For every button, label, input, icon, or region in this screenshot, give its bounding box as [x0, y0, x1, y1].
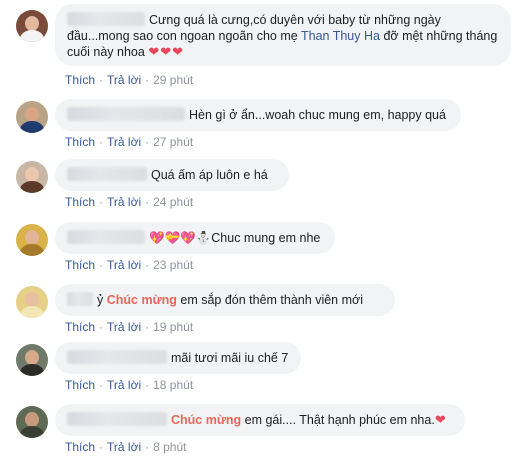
timestamp[interactable]: 27 phút [153, 135, 193, 149]
separator: · [145, 73, 150, 87]
comment-item: 💖💝💖⛄Chuc mung em nhe Thích · Trả lời · 23 ph… [0, 218, 511, 278]
separator: · [145, 440, 150, 454]
commenter-name[interactable] [67, 292, 93, 306]
comment-actions: Thích · Trả lời · 8 phút [65, 440, 186, 454]
comment-actions: Thích · Trả lời · 19 phút [65, 320, 193, 334]
commenter-name[interactable] [67, 107, 185, 121]
separator: · [145, 320, 150, 334]
comment-item: Cưng quá là cưng,có duyên với baby từ nh… [0, 0, 511, 95]
comment-actions: Thích · Trả lời · 24 phút [65, 195, 193, 209]
comment-text: Chuc mung em nhe [211, 231, 321, 245]
like-link[interactable]: Thích [65, 195, 95, 209]
avatar[interactable] [16, 286, 48, 318]
timestamp[interactable]: 18 phút [153, 378, 193, 392]
timestamp[interactable]: 23 phút [153, 258, 193, 272]
separator: · [99, 135, 104, 149]
reply-link[interactable]: Trả lời [107, 135, 141, 149]
reply-link[interactable]: Trả lời [107, 378, 141, 392]
reply-link[interactable]: Trả lời [107, 320, 141, 334]
comment-bubble: 💖💝💖⛄Chuc mung em nhe [55, 222, 335, 254]
separator: · [99, 378, 104, 392]
reply-link[interactable]: Trả lời [107, 258, 141, 272]
comment-bubble: Cưng quá là cưng,có duyên với baby từ nh… [55, 4, 511, 66]
comment-bubble: ỷ Chúc mừng em sắp đón thêm thành viên m… [55, 284, 395, 316]
commenter-name[interactable] [67, 167, 147, 181]
like-link[interactable]: Thích [65, 378, 95, 392]
avatar[interactable] [16, 101, 48, 133]
commenter-name[interactable] [67, 350, 167, 364]
comment-item: ỷ Chúc mừng em sắp đón thêm thành viên m… [0, 280, 511, 340]
heart-emoji: ❤❤❤ [148, 44, 185, 59]
timestamp[interactable]: 8 phút [153, 440, 186, 454]
separator: · [99, 258, 104, 272]
comment-item: Quá ấm áp luôn e há Thích · Trả lời · 24 phú… [0, 155, 511, 215]
comment-text: em sắp đón thêm thành viên mới [176, 293, 363, 307]
comment-item: Hèn gì ở ẩn...woah chuc mung em, happy q… [0, 95, 511, 155]
comment-text: Quá ấm áp luôn e há [151, 168, 268, 182]
like-link[interactable]: Thích [65, 135, 95, 149]
separator: · [145, 195, 150, 209]
avatar[interactable] [16, 224, 48, 256]
separator: · [99, 440, 104, 454]
comment-actions: Thích · Trả lời · 23 phút [65, 258, 193, 272]
separator: · [99, 73, 104, 87]
like-link[interactable]: Thích [65, 73, 95, 87]
separator: · [145, 135, 150, 149]
avatar[interactable] [16, 161, 48, 193]
comment-text: mãi tươi mãi iu chế 7 [171, 351, 289, 365]
heart-emoji: ❤ [434, 412, 447, 427]
like-link[interactable]: Thích [65, 258, 95, 272]
like-link[interactable]: Thích [65, 320, 95, 334]
separator: · [99, 195, 104, 209]
comment-text: Hèn gì ở ẩn...woah chuc mung em, happy q… [189, 108, 446, 122]
reply-link[interactable]: Trả lời [107, 73, 141, 87]
comment-actions: Thích · Trả lời · 27 phút [65, 135, 193, 149]
comment-bubble: Hèn gì ở ẩn...woah chuc mung em, happy q… [55, 99, 461, 131]
highlight-text: Chúc mừng [171, 413, 242, 427]
avatar[interactable] [16, 10, 48, 42]
comment-item: Chúc mừng em gái.... Thật hạnh phúc em n… [0, 400, 511, 461]
reply-link[interactable]: Trả lời [107, 195, 141, 209]
timestamp[interactable]: 19 phút [153, 320, 193, 334]
like-link[interactable]: Thích [65, 440, 95, 454]
separator: · [145, 378, 150, 392]
comment-bubble: mãi tươi mãi iu chế 7 [55, 342, 301, 374]
timestamp[interactable]: 29 phút [153, 73, 193, 87]
separator: · [145, 258, 150, 272]
highlight-text: Chúc mừng [106, 293, 177, 307]
avatar[interactable] [16, 344, 48, 376]
comment-actions: Thích · Trả lời · 29 phút [65, 73, 193, 87]
comment-bubble: Quá ấm áp luôn e há [55, 159, 289, 191]
comment-actions: Thích · Trả lời · 18 phút [65, 378, 193, 392]
comment-bubble: Chúc mừng em gái.... Thật hạnh phúc em n… [55, 404, 465, 436]
comment-text: em gái.... Thật hạnh phúc em nha. [241, 413, 435, 427]
separator: · [99, 320, 104, 334]
timestamp[interactable]: 24 phút [153, 195, 193, 209]
comment-item: mãi tươi mãi iu chế 7 Thích · Trả lời · 18 p… [0, 338, 511, 398]
commenter-name[interactable] [67, 12, 145, 26]
commenter-name[interactable] [67, 412, 167, 426]
commenter-name[interactable] [67, 230, 145, 244]
emoji-stickers: 💖💝💖⛄ [149, 231, 212, 245]
comment-prefix: ỷ [97, 293, 104, 307]
reply-link[interactable]: Trả lời [107, 440, 141, 454]
tagged-user-link[interactable]: Than Thuy Ha [301, 29, 380, 43]
avatar[interactable] [16, 406, 48, 438]
